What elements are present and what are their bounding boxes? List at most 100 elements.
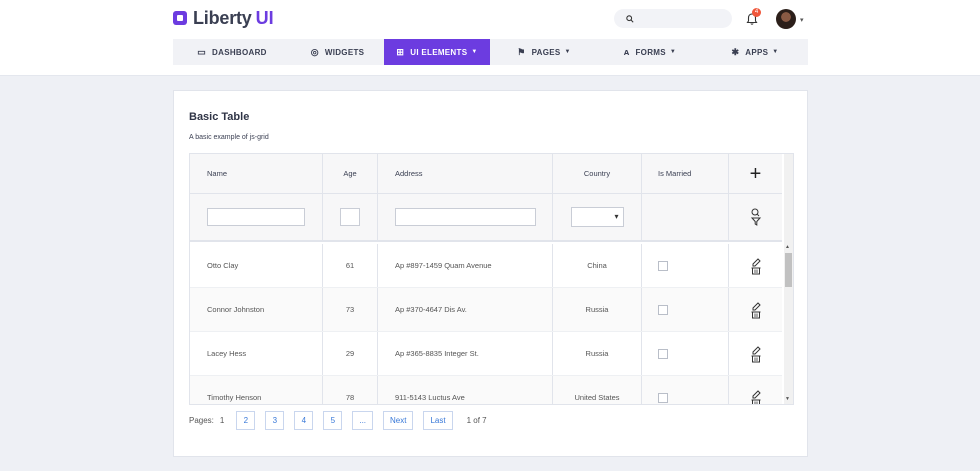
grid-filter-row (190, 194, 782, 242)
filter-name-input[interactable] (207, 208, 305, 226)
search-filter-icon[interactable] (750, 208, 762, 226)
pager-current-page: 1 (219, 415, 225, 425)
cell-name: Lacey Hess (190, 332, 323, 375)
notification-badge: 4 (752, 8, 761, 17)
caret-down-icon: ▼ (471, 49, 478, 55)
scroll-down-icon[interactable]: ▼ (785, 396, 790, 402)
nav-item-dashboard[interactable]: ▭ DASHBOARD (173, 39, 291, 65)
table-row[interactable]: Timothy Henson 78 911-5143 Luctus Ave Un… (190, 376, 782, 406)
pager-page-3[interactable]: 3 (265, 410, 285, 430)
header-age[interactable]: Age (323, 154, 378, 193)
nav-item-pages[interactable]: ⚑ PAGES ▼ (490, 39, 598, 65)
filter-age-input[interactable] (340, 208, 360, 226)
cell-address: Ap #370-4647 Dis Av. (378, 288, 553, 331)
cell-country: Russia (553, 288, 642, 331)
nav-item-label: WIDGETS (324, 47, 365, 57)
chevron-down-icon[interactable]: ▾ (800, 16, 804, 24)
logo[interactable]: Liberty UI (173, 7, 274, 28)
filter-address-input[interactable] (395, 208, 536, 226)
cell-country: China (553, 244, 642, 287)
edit-delete-icon[interactable] (750, 301, 762, 319)
cell-age: 29 (323, 332, 378, 375)
nav-item-ui-elements[interactable]: ⊞ UI ELEMENTS ▼ (384, 39, 490, 65)
married-checkbox[interactable] (658, 304, 668, 315)
married-checkbox[interactable] (658, 392, 668, 403)
cell-age: 78 (323, 376, 378, 404)
cell-name: Otto Clay (190, 244, 323, 287)
nav-item-apps[interactable]: ✱ APPS ▼ (702, 39, 808, 65)
monitor-icon: ▭ (197, 46, 207, 57)
pager: Pages: 1 2 3 4 5 ... Next Last 1 of 7 (189, 409, 487, 431)
married-checkbox[interactable] (658, 260, 668, 271)
js-grid: Name Age Address Country Is Married + ▾ … (189, 153, 794, 405)
grid-body: Otto Clay 61 Ap #897-1459 Quam Avenue Ch… (190, 244, 782, 406)
add-row-icon[interactable]: + (750, 164, 762, 184)
cell-address: Ap #897-1459 Quam Avenue (378, 244, 553, 287)
married-checkbox[interactable] (658, 348, 668, 359)
main-nav: ▭ DASHBOARD ◎ WIDGETS ⊞ UI ELEMENTS ▼ ⚑ … (173, 39, 808, 65)
pager-ellipsis[interactable]: ... (352, 410, 374, 430)
pager-page-4[interactable]: 4 (294, 410, 314, 430)
caret-down-icon: ▼ (772, 49, 779, 55)
table-row[interactable]: Otto Clay 61 Ap #897-1459 Quam Avenue Ch… (190, 244, 782, 288)
edit-delete-icon[interactable] (750, 345, 762, 363)
pager-page-count: 1 of 7 (466, 415, 487, 425)
edit-delete-icon[interactable] (750, 257, 762, 275)
basic-table-card: Basic Table A basic example of js-grid N… (173, 90, 808, 457)
asterisk-icon: ✱ (731, 46, 740, 57)
scroll-thumb[interactable] (785, 253, 792, 287)
cell-name: Timothy Henson (190, 376, 323, 404)
filter-country-select[interactable] (570, 207, 624, 227)
header-name[interactable]: Name (190, 154, 323, 193)
search-input[interactable] (640, 13, 720, 24)
cell-married (642, 376, 729, 404)
cell-controls (729, 244, 782, 287)
cell-address: Ap #365-8835 Integer St. (378, 332, 553, 375)
filter-controls (729, 194, 782, 240)
nav-item-forms[interactable]: ᴀ FORMS ▼ (598, 39, 702, 65)
cell-age: 73 (323, 288, 378, 331)
cell-controls (729, 288, 782, 331)
header-address[interactable]: Address (378, 154, 553, 193)
search-icon (626, 14, 634, 23)
cell-controls (729, 332, 782, 375)
cell-address: 911-5143 Luctus Ave (378, 376, 553, 404)
header-country[interactable]: Country (553, 154, 642, 193)
flag-icon: ⚑ (517, 46, 526, 57)
top-header: Liberty UI 4 ▾ ▭ DASHBOARD ◎ WIDGETS ⊞ U… (0, 0, 980, 76)
pager-page-2[interactable]: 2 (236, 410, 256, 430)
cell-country: United States (553, 376, 642, 404)
card-title: Basic Table (189, 111, 250, 123)
table-row[interactable]: Connor Johnston 73 Ap #370-4647 Dis Av. … (190, 288, 782, 332)
cell-married (642, 332, 729, 375)
cell-married (642, 288, 729, 331)
card-subtitle: A basic example of js-grid (189, 134, 269, 141)
logo-accent: UI (255, 7, 274, 28)
nav-item-label: FORMS (635, 47, 666, 57)
cell-country: Russia (553, 332, 642, 375)
table-row[interactable]: Lacey Hess 29 Ap #365-8835 Integer St. R… (190, 332, 782, 376)
filter-name-cell (190, 194, 323, 240)
cell-age: 61 (323, 244, 378, 287)
filter-age-cell (323, 194, 378, 240)
nav-item-widgets[interactable]: ◎ WIDGETS (291, 39, 384, 65)
cell-married (642, 244, 729, 287)
pager-last-button[interactable]: Last (423, 410, 453, 430)
edit-delete-icon[interactable] (750, 389, 762, 406)
cell-controls (729, 376, 782, 406)
compass-icon: ◎ (310, 46, 319, 57)
header-married[interactable]: Is Married (642, 154, 729, 193)
search-box[interactable] (614, 9, 732, 28)
pager-page-5[interactable]: 5 (323, 410, 343, 430)
nav-item-label: UI ELEMENTS (410, 47, 468, 57)
caret-down-icon: ▼ (669, 49, 677, 55)
scroll-up-icon[interactable]: ▲ (785, 244, 790, 250)
logo-mark-icon (173, 11, 187, 25)
caret-down-icon: ▼ (564, 49, 571, 55)
avatar[interactable] (776, 9, 796, 29)
pager-next-button[interactable]: Next (383, 410, 414, 430)
vertical-scrollbar[interactable]: ▲ ▼ (784, 154, 793, 404)
pager-label: Pages: (189, 415, 214, 425)
header-controls: + (729, 154, 782, 193)
nav-item-label: DASHBOARD (212, 47, 267, 57)
